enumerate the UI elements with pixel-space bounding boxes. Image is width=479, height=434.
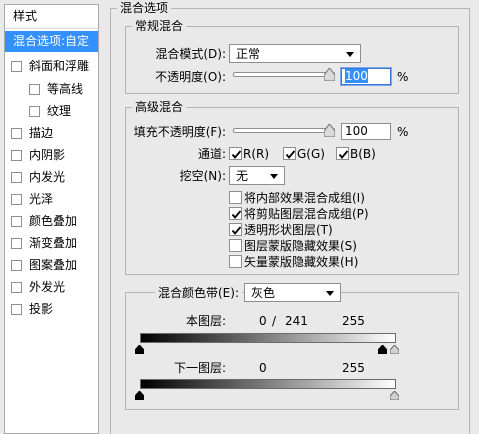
texture-checkbox[interactable]	[29, 106, 40, 117]
blend-interior-effects-label: 将内部效果混合成组(I)	[244, 191, 365, 205]
opacity-slider[interactable]	[233, 68, 335, 82]
general-blending-title: 常规混合	[132, 19, 187, 33]
vector-mask-hides-effects-label: 矢量蒙版隐藏效果(H)	[244, 255, 359, 269]
this-layer-gradient-bar	[140, 333, 396, 343]
styles-header: 样式	[13, 9, 38, 23]
opacity-input[interactable]: 100	[341, 68, 391, 85]
channel-g-checkbox[interactable]	[283, 147, 296, 160]
contour-checkbox[interactable]	[29, 84, 40, 95]
channel-b-label: B(B)	[350, 147, 376, 161]
slider-thumb-icon[interactable]	[324, 68, 335, 81]
sidebar-item-contour[interactable]: 等高线	[5, 79, 98, 100]
checkmark-icon	[231, 150, 242, 159]
sidebar-item-texture[interactable]: 纹理	[5, 101, 98, 122]
this-layer-high-value: 255	[342, 314, 365, 328]
channel-b-checkbox[interactable]	[336, 147, 349, 160]
bevel-emboss-checkbox[interactable]	[11, 61, 22, 72]
sidebar-item-blending-options[interactable]: 混合选项:自定	[5, 31, 98, 52]
chevron-down-icon	[326, 291, 334, 296]
checkmark-icon	[285, 150, 296, 159]
blend-interior-effects-checkbox[interactable]	[229, 191, 242, 204]
this-layer-low-value: 0	[259, 314, 267, 328]
this-layer-black-stop-icon[interactable]	[135, 345, 144, 354]
underlying-layer-label: 下一图层:	[173, 361, 226, 375]
chevron-down-icon	[346, 52, 354, 57]
color-overlay-checkbox[interactable]	[11, 216, 22, 227]
fill-opacity-unit: %	[397, 125, 409, 139]
blend-mode-label: 混合模式(D):	[155, 47, 226, 61]
blend-if-dropdown[interactable]: 灰色	[244, 283, 341, 302]
vector-mask-hides-effects-checkbox[interactable]	[229, 255, 242, 268]
checkmark-icon	[231, 210, 242, 219]
gradient-overlay-checkbox[interactable]	[11, 238, 22, 249]
underlying-layer-gradient-bar	[140, 379, 396, 389]
sidebar-item-inner-glow[interactable]: 内发光	[5, 167, 98, 188]
checkmark-icon	[338, 150, 349, 159]
blending-options-title: 混合选项	[117, 1, 172, 15]
sidebar-item-pattern-overlay[interactable]: 图案叠加	[5, 255, 98, 276]
knockout-dropdown[interactable]: 无	[229, 166, 285, 185]
knockout-label: 挖空(N):	[179, 169, 226, 183]
channel-g-label: G(G)	[297, 147, 325, 161]
sidebar-item-outer-glow[interactable]: 外发光	[5, 277, 98, 298]
blend-if-label: 混合颜色带(E):	[155, 286, 242, 300]
inner-shadow-checkbox[interactable]	[11, 150, 22, 161]
blend-clipped-layers-label: 将剪贴图层混合成组(P)	[244, 207, 369, 221]
channel-r-checkbox[interactable]	[229, 147, 242, 160]
blend-clipped-layers-checkbox[interactable]	[229, 207, 242, 220]
stroke-checkbox[interactable]	[11, 128, 22, 139]
fill-opacity-label: 填充不透明度(F):	[133, 125, 226, 139]
sidebar-item-inner-shadow[interactable]: 内阴影	[5, 145, 98, 166]
sidebar-item-bevel-emboss[interactable]: 斜面和浮雕	[5, 56, 98, 77]
pattern-overlay-checkbox[interactable]	[11, 260, 22, 271]
sidebar-item-drop-shadow[interactable]: 投影	[5, 299, 98, 320]
underlying-layer-high-value: 255	[342, 361, 365, 375]
inner-glow-checkbox[interactable]	[11, 172, 22, 183]
fill-opacity-slider[interactable]	[233, 124, 335, 138]
advanced-blending-title: 高级混合	[132, 100, 187, 114]
underlying-layer-white-stop-icon[interactable]	[390, 391, 399, 400]
satin-checkbox[interactable]	[11, 194, 22, 205]
outer-glow-checkbox[interactable]	[11, 282, 22, 293]
this-layer-white-stop-left-icon[interactable]	[378, 345, 387, 354]
drop-shadow-checkbox[interactable]	[11, 304, 22, 315]
this-layer-white-stop-right-icon[interactable]	[390, 345, 399, 354]
slider-thumb-icon[interactable]	[324, 124, 335, 137]
underlying-layer-low-value: 0	[259, 361, 267, 375]
transparency-shapes-layer-label: 透明形状图层(T)	[244, 223, 333, 237]
sidebar-item-satin[interactable]: 光泽	[5, 189, 98, 210]
this-layer-mid-value: 241	[285, 314, 308, 328]
sidebar-item-gradient-overlay[interactable]: 渐变叠加	[5, 233, 98, 254]
channels-label: 通道:	[197, 147, 226, 161]
checkmark-icon	[231, 226, 242, 235]
underlying-layer-black-stop-icon[interactable]	[135, 391, 144, 400]
sidebar-item-stroke[interactable]: 描边	[5, 123, 98, 144]
opacity-label: 不透明度(O):	[155, 70, 226, 84]
opacity-unit: %	[397, 70, 409, 84]
layer-mask-hides-effects-label: 图层蒙版隐藏效果(S)	[244, 239, 357, 253]
separator	[5, 28, 98, 29]
channel-r-label: R(R)	[243, 147, 270, 161]
styles-list: 样式 混合选项:自定 斜面和浮雕 等高线 纹理 描边 内阴影 内发光 光泽 颜色…	[4, 4, 99, 434]
layer-mask-hides-effects-checkbox[interactable]	[229, 239, 242, 252]
this-layer-label: 本图层:	[185, 314, 226, 328]
chevron-down-icon	[270, 174, 278, 179]
transparency-shapes-layer-checkbox[interactable]	[229, 223, 242, 236]
fill-opacity-input[interactable]: 100	[341, 123, 391, 140]
blend-mode-dropdown[interactable]: 正常	[229, 44, 361, 63]
blend-if-group	[125, 292, 459, 410]
sidebar-item-color-overlay[interactable]: 颜色叠加	[5, 211, 98, 232]
this-layer-separator: /	[272, 314, 277, 328]
